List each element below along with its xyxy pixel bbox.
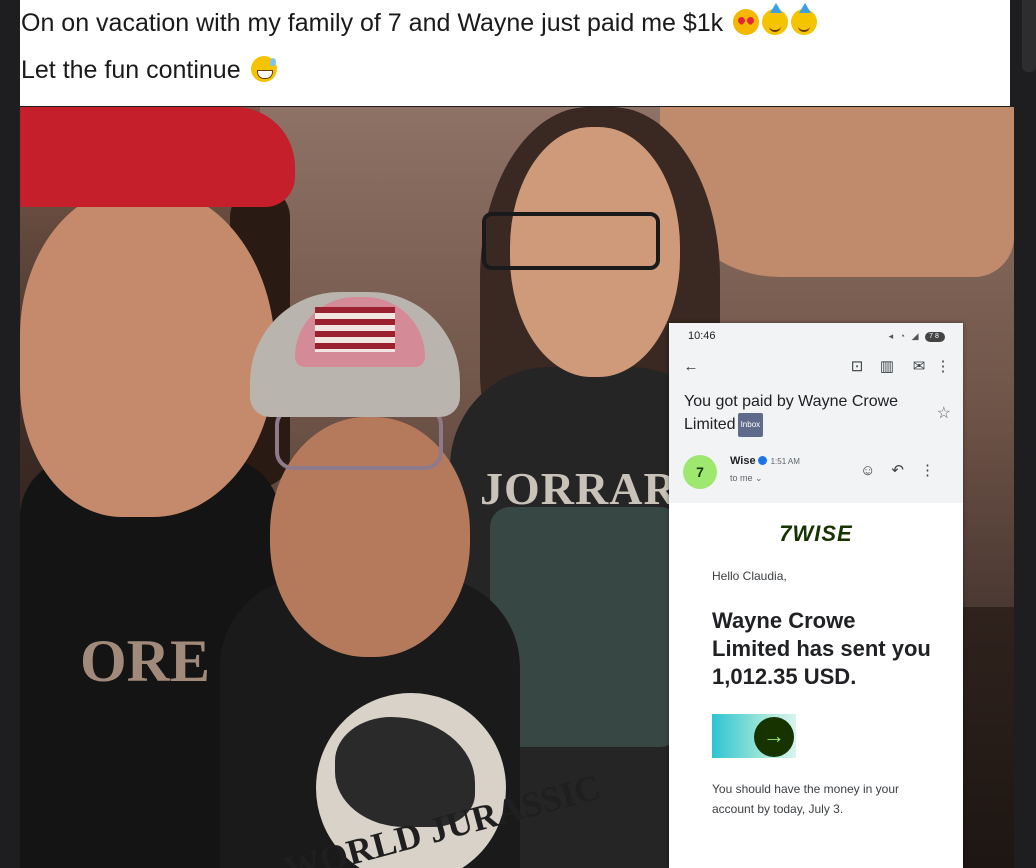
payment-headline: Wayne Crowe Limited has sent you 1,012.3… [712, 608, 931, 689]
grinning-sweat-emoji-icon [250, 56, 277, 82]
woman-shirt-text: ORE [80, 628, 211, 694]
partying-face-emoji-icon [791, 3, 818, 35]
inbox-label[interactable]: Inbox [737, 413, 764, 437]
us-flag-patch [315, 307, 395, 352]
sender-name: Wise 1:51 AM [730, 455, 800, 467]
arrival-note: You should have the money in your accoun… [712, 782, 900, 816]
woman-face [20, 187, 275, 517]
wise-logo: 7WISE [779, 521, 853, 546]
status-bar: 10:46 ◂ ◔ ◢ 78 [669, 323, 963, 351]
reply-icon[interactable]: ↶ [891, 462, 920, 479]
sender-row: 7 Wise 1:51 AM to me ⌄ ☺↶⋮ [669, 445, 963, 503]
star-icon[interactable]: ☆ [937, 403, 951, 423]
chevron-down-icon: ⌄ [755, 473, 763, 483]
girl-shirt-text: JORRAR [480, 463, 678, 514]
caption-text-2: Let the fun continue [21, 56, 241, 84]
mark-unread-icon[interactable]: ✉ [911, 359, 927, 375]
wise-avatar-icon: 7 [683, 455, 717, 489]
email-body: 7WISE Hello Claudia, Wayne Crowe Limited… [669, 503, 963, 830]
more-vert-icon[interactable]: ⋮ [935, 359, 951, 375]
heart-eyes-emoji-icon [733, 9, 760, 35]
delete-icon[interactable]: ▥ [879, 359, 895, 375]
email-toolbar: ← ⊡ ▥ ✉ ⋮ [669, 351, 963, 385]
sender-actions: ☺↶⋮ [860, 461, 951, 479]
status-icons: ◂ ◔ ◢ 78 [889, 331, 945, 342]
post-photo[interactable]: JORRAR ORE WORLD JURASSIC 10:46 ◂ ◔ ◢ 78… [20, 107, 1014, 868]
girl-glasses [482, 212, 660, 270]
email-subject-area: You got paid by Wayne Crowe Limited Inbox… [669, 385, 963, 445]
more-vert-icon[interactable]: ⋮ [920, 462, 951, 479]
partying-face-emoji-icon [762, 3, 789, 35]
back-arrow-icon[interactable]: ← [683, 359, 699, 375]
sender-name-text: Wise [730, 455, 756, 467]
caption-text-1: On on vacation with my family of 7 and W… [21, 9, 724, 37]
verified-icon [757, 456, 767, 465]
recipient-toggle[interactable]: to me ⌄ [730, 473, 763, 484]
email-subject: You got paid by Wayne Crowe Limited Inbox [684, 391, 924, 437]
email-screenshot: 10:46 ◂ ◔ ◢ 78 ← ⊡ ▥ ✉ ⋮ You got paid by… [669, 323, 963, 868]
post-caption-line-1: On on vacation with my family of 7 and W… [21, 3, 818, 38]
scrollbar-thumb[interactable] [1022, 0, 1036, 72]
battery-icon: 78 [925, 331, 945, 342]
sent-time: 1:51 AM [770, 457, 800, 466]
status-time: 10:46 [688, 330, 716, 342]
emoji-react-icon[interactable]: ☺ [860, 462, 891, 479]
greeting: Hello Claudia, [712, 569, 787, 583]
red-cap [20, 107, 295, 207]
email-subject-text: You got paid by Wayne Crowe Limited [684, 393, 899, 433]
archive-icon[interactable]: ⊡ [849, 359, 865, 375]
arrow-right-icon[interactable]: → [754, 717, 794, 757]
recipient-text: to me [730, 473, 753, 483]
post-caption-line-2: Let the fun continue [21, 56, 277, 85]
